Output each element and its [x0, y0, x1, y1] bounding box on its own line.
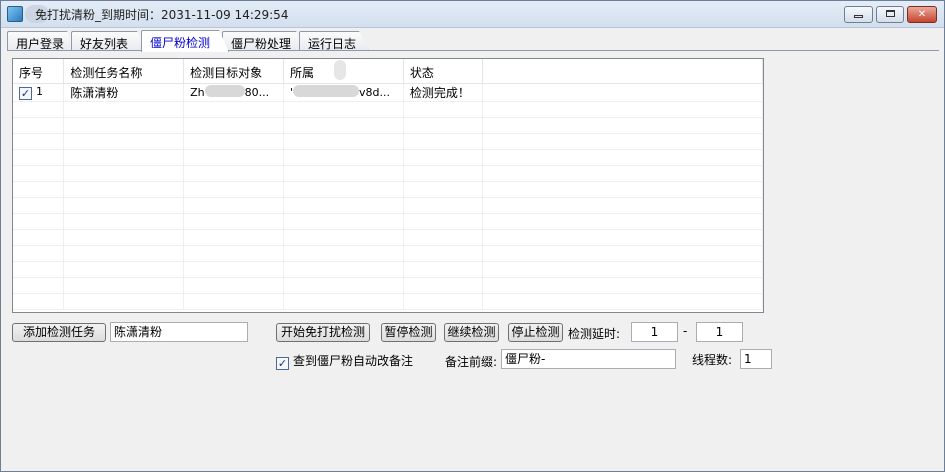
row-target: Zh 80... — [183, 83, 284, 102]
row-index: 1 — [36, 84, 43, 98]
row-status: 检测完成！ — [403, 83, 483, 102]
empty-row — [13, 229, 763, 246]
target-redaction — [204, 85, 245, 97]
empty-row — [13, 261, 763, 278]
tab-user-login[interactable]: 用户登录 — [7, 31, 77, 51]
header-redaction — [334, 60, 346, 80]
empty-row — [13, 277, 763, 294]
col-header-index[interactable]: 序号 — [13, 59, 65, 84]
tab-zombie-detect[interactable]: 僵尸粉检测 — [141, 30, 229, 52]
tab-friend-list[interactable]: 好友列表 — [71, 31, 147, 51]
col-header-task-name[interactable]: 检测任务名称 — [63, 59, 185, 84]
row-task-name: 陈潇清粉 — [63, 83, 185, 102]
row-checkbox[interactable]: ✓ — [19, 86, 32, 100]
delay-min-input[interactable]: 1 — [631, 322, 678, 342]
tab-zombie-handle[interactable]: 僵尸粉处理 — [222, 31, 306, 51]
resume-button[interactable]: 继续检测 — [444, 323, 499, 342]
empty-row — [13, 245, 763, 262]
auto-remark-checkbox[interactable]: ✓ — [276, 357, 289, 370]
col-header-target[interactable]: 检测目标对象 — [183, 59, 284, 84]
delay-max-input[interactable]: 1 — [696, 322, 743, 342]
empty-row — [13, 197, 763, 214]
delay-separator: - — [683, 324, 688, 338]
empty-row — [13, 149, 763, 166]
minimize-button[interactable] — [844, 6, 873, 23]
threads-input[interactable]: 1 — [740, 349, 772, 369]
close-button[interactable]: ✕ — [907, 6, 937, 23]
auto-remark-option[interactable]: ✓ 查到僵尸粉自动改备注 — [276, 352, 413, 370]
table-row[interactable]: ✓ 1 陈潇清粉 Zh 80... ' v8d... 检测完成！ — [13, 83, 763, 102]
auto-remark-label: 查到僵尸粉自动改备注 — [293, 354, 414, 368]
tab-run-log[interactable]: 运行日志 — [299, 31, 369, 51]
col-header-filler — [482, 59, 763, 84]
empty-row — [13, 101, 763, 118]
maximize-button[interactable] — [876, 6, 904, 23]
stop-button[interactable]: 停止检测 — [508, 323, 563, 342]
title-bar[interactable]: 免打扰清粉_到期时间：2031-11-09 14:29:54 ✕ — [1, 1, 944, 28]
empty-row — [13, 165, 763, 182]
main-window: 免打扰清粉_到期时间：2031-11-09 14:29:54 ✕ 用户登录 好友… — [0, 0, 945, 472]
window-title: 免打扰清粉_到期时间：2031-11-09 14:29:54 — [35, 8, 289, 22]
maximize-icon — [885, 10, 895, 17]
empty-row — [13, 117, 763, 134]
row-owner: ' v8d... — [283, 83, 404, 102]
pause-button[interactable]: 暂停检测 — [381, 323, 436, 342]
table-header-row: 序号 检测任务名称 检测目标对象 所属 状态 — [13, 59, 763, 84]
tab-strip: 用户登录 好友列表 僵尸粉检测 僵尸粉处理 运行日志 — [7, 30, 940, 51]
task-table: 序号 检测任务名称 检测目标对象 所属 状态 ✓ 1 陈潇清粉 Zh80... — [13, 59, 763, 310]
app-icon — [7, 6, 23, 22]
threads-label: 线程数: — [692, 353, 733, 367]
minimize-icon — [854, 15, 863, 18]
col-header-status[interactable]: 状态 — [403, 59, 483, 84]
owner-redaction — [293, 85, 360, 97]
empty-row — [13, 181, 763, 198]
task-name-input[interactable]: 陈潇清粉 — [110, 322, 248, 342]
start-detect-button[interactable]: 开始免打扰检测 — [276, 323, 370, 342]
remark-prefix-label: 备注前缀: — [445, 355, 498, 369]
delay-label: 检测延时: — [568, 327, 621, 341]
empty-row — [13, 213, 763, 230]
close-icon: ✕ — [917, 9, 927, 20]
empty-row — [13, 293, 763, 310]
add-task-button[interactable]: 添加检测任务 — [12, 323, 106, 342]
task-grid[interactable]: 序号 检测任务名称 检测目标对象 所属 状态 ✓ 1 陈潇清粉 Zh80... — [12, 58, 764, 313]
remark-prefix-input[interactable]: 僵尸粉- — [501, 349, 676, 369]
empty-row — [13, 133, 763, 150]
